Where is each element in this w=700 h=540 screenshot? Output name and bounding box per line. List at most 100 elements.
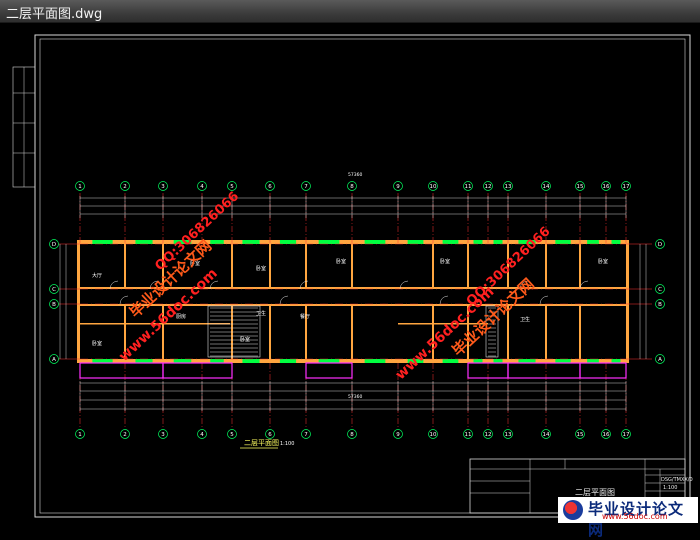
partition-north — [269, 244, 271, 289]
balcony — [79, 362, 164, 379]
site-logo: 毕业设计论文网 www.56doc.com — [558, 497, 698, 539]
door-swing — [539, 295, 549, 305]
axis-bubble-label: 1 — [78, 432, 82, 438]
wall-west — [77, 240, 80, 363]
room-label: 卧室 — [256, 265, 266, 272]
window-north — [473, 240, 483, 244]
axis-bubble-label: 15 — [577, 184, 584, 190]
window-south — [611, 359, 621, 363]
partition-north — [432, 244, 434, 289]
window-south — [135, 359, 153, 363]
partition-north — [467, 244, 469, 289]
window-north — [92, 240, 113, 244]
window-south — [442, 359, 459, 363]
cad-drawing[interactable]: 1122334455667788991010111112121313141415… — [0, 23, 700, 526]
room-label: 卧室 — [240, 336, 250, 343]
axis-bubble-label: 12 — [485, 184, 492, 190]
window-north — [493, 240, 503, 244]
axis-bubble-label: 8 — [350, 432, 354, 438]
axis-bubble-label: 13 — [505, 432, 512, 438]
total-dimension-top: 57360 — [348, 172, 362, 178]
axis-bubble-label: 16 — [603, 432, 610, 438]
window-south — [555, 359, 571, 363]
partition-north — [124, 244, 126, 289]
window-south — [473, 359, 483, 363]
window-title: 二层平面图.dwg — [6, 7, 103, 22]
axis-bubble-label: 7 — [304, 184, 308, 190]
drawing-scale: 1:100 — [280, 441, 294, 447]
axis-bubble-label: D — [658, 242, 662, 248]
logo-icon — [563, 500, 583, 520]
axis-bubble-label: D — [52, 242, 56, 248]
axis-bubble-label: 12 — [485, 432, 492, 438]
window-north — [210, 240, 224, 244]
axis-bubble-label: 4 — [200, 432, 204, 438]
window-north — [442, 240, 459, 244]
window-north — [242, 240, 260, 244]
partition-north — [579, 244, 581, 289]
partition-north — [351, 244, 353, 289]
door-swing — [439, 295, 449, 305]
window-south — [279, 359, 297, 363]
window-north — [611, 240, 621, 244]
axis-bubble-label: B — [658, 302, 662, 308]
axis-bubble-label: 15 — [577, 432, 584, 438]
sheet-border — [34, 34, 691, 518]
partition-south — [579, 304, 581, 359]
drawing-title: 二层平面图 — [244, 439, 279, 447]
axis-bubble-label: 5 — [230, 432, 234, 438]
axis-bubble-label: 11 — [465, 184, 472, 190]
axis-bubble-label: A — [52, 357, 56, 363]
axis-bubble-label: 9 — [396, 184, 400, 190]
window-south — [92, 359, 113, 363]
total-dimension-bottom: 57360 — [348, 394, 362, 400]
axis-bubble-label: 9 — [396, 432, 400, 438]
room-label: 卫生 — [256, 310, 266, 317]
room-label: 卫生 — [520, 316, 530, 323]
axis-bubble-label: 10 — [430, 184, 437, 190]
room-label: 卧室 — [336, 258, 346, 265]
window-south — [364, 359, 386, 363]
balcony — [579, 362, 627, 379]
axis-bubble-label: 2 — [123, 432, 127, 438]
axis-bubble-label: 1 — [78, 184, 82, 190]
axis-bubble-label: 14 — [543, 184, 550, 190]
room-label: 餐厅 — [300, 313, 310, 320]
partition-south — [305, 304, 307, 359]
axis-bubble-label: C — [658, 287, 662, 293]
window-north — [587, 240, 599, 244]
window-south — [318, 359, 340, 363]
balcony — [507, 362, 581, 379]
axis-bubble-label: 11 — [465, 432, 472, 438]
drawing-canvas[interactable]: 1 1 2 2 3 3 4 4 5 5 6 6 7 7 8 8 9 9 10 10 11 11 12 12 13 13 14 14 15… — [0, 23, 700, 539]
window-titlebar[interactable]: 二层平面图.dwg — [0, 0, 700, 23]
title-block-scale: 1:100 — [663, 485, 677, 491]
window-north — [135, 240, 153, 244]
window-north — [279, 240, 297, 244]
balcony — [305, 362, 353, 379]
partition-north — [545, 244, 547, 289]
axis-bubble-label: B — [52, 302, 56, 308]
title-block-sheet-name: 二层平面图 — [575, 488, 615, 497]
axis-bubble-label: 10 — [430, 432, 437, 438]
axis-bubble-label: 17 — [623, 432, 630, 438]
partition-north — [305, 244, 307, 289]
window-south — [242, 359, 260, 363]
window-north — [318, 240, 340, 244]
window-south — [493, 359, 503, 363]
door-swing — [119, 295, 129, 305]
door-swing — [279, 295, 289, 305]
axis-bubble-label: 3 — [161, 184, 165, 190]
room-label: 大厅 — [92, 272, 102, 279]
balcony — [162, 362, 233, 379]
axis-bubble-label: 7 — [304, 432, 308, 438]
wall-south — [80, 359, 626, 363]
window-south — [173, 359, 192, 363]
axis-bubble-label: 13 — [505, 184, 512, 190]
partition-north — [231, 244, 233, 289]
window-south — [587, 359, 599, 363]
axis-bubble-label: 16 — [603, 184, 610, 190]
axis-bubble-label: 2 — [123, 184, 127, 190]
window-north — [364, 240, 386, 244]
room-label: 卧室 — [598, 258, 608, 265]
